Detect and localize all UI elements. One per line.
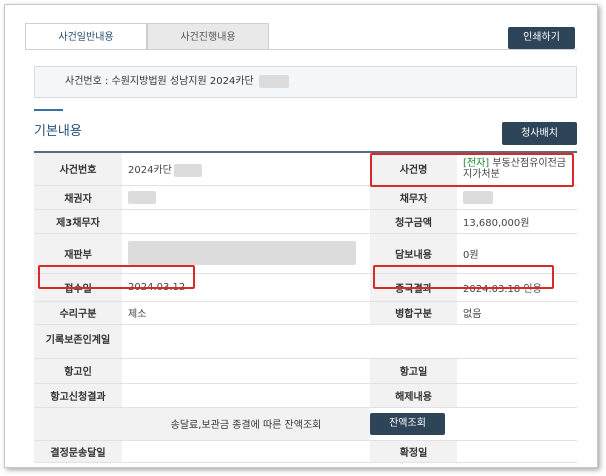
case-no-text: 2024카단 xyxy=(128,165,172,176)
redacted-block xyxy=(463,190,493,204)
release-value xyxy=(457,383,577,408)
court-location-button[interactable]: 청사배치 xyxy=(502,122,577,145)
case-number-box: 사건번호 : 수원지방법원 성남지원 2024카단 xyxy=(34,66,577,98)
release-label: 해제내용 xyxy=(370,383,457,408)
acceptance-value: 제소 xyxy=(122,301,370,325)
claim-value: 13,680,000원 xyxy=(457,209,577,234)
case-no-label: 사건번호 xyxy=(34,152,122,186)
debtor-value xyxy=(457,185,577,210)
creditor-value xyxy=(122,185,370,210)
table-row: 항고인 항고일 xyxy=(34,358,577,384)
redacted-block xyxy=(173,163,202,177)
confirm-value xyxy=(457,440,577,463)
appellant-label: 항고인 xyxy=(34,358,122,384)
tab-bar: 사건일반내용 사건진행내용 xyxy=(25,23,269,50)
third-debtor-label: 제3채무자 xyxy=(34,209,122,234)
preserve-value xyxy=(122,324,577,359)
tab-general[interactable]: 사건일반내용 xyxy=(25,23,147,50)
table-row: 결정문송달일 확정일 xyxy=(34,440,577,463)
appeal-result-label: 항고신청결과 xyxy=(34,383,122,408)
highlight-result xyxy=(373,265,554,289)
appeal-date-label: 항고일 xyxy=(370,358,457,384)
delivery-label: 결정문송달일 xyxy=(34,440,122,463)
balance-text: 송달료,보관금 종결에 따른 잔액조회 xyxy=(122,407,370,441)
appeal-date-value xyxy=(457,358,577,384)
tab-divider xyxy=(25,49,577,50)
table-row: 송달료,보관금 종결에 따른 잔액조회 잔액조회 xyxy=(34,407,577,441)
confirm-label: 확정일 xyxy=(370,440,457,463)
highlight-case-name xyxy=(370,153,574,187)
preserve-label: 기록보존인계일 xyxy=(34,324,122,359)
tab-progress[interactable]: 사건진행내용 xyxy=(147,23,269,50)
section-title: 기본내용 xyxy=(34,124,82,139)
debtor-label: 채무자 xyxy=(370,185,457,210)
highlight-received-date xyxy=(38,265,195,289)
redacted-block xyxy=(128,241,356,265)
appellant-value xyxy=(122,358,370,384)
case-no-value: 2024카단 xyxy=(122,152,370,186)
table-row: 기록보존인계일 xyxy=(34,324,577,359)
appeal-result-value xyxy=(122,383,370,408)
table-row: 채권자 채무자 xyxy=(34,185,577,210)
merge-label: 병합구분 xyxy=(370,301,457,325)
print-button[interactable]: 인쇄하기 xyxy=(508,27,575,49)
case-number-text: 사건번호 : 수원지방법원 성남지원 2024카단 xyxy=(65,76,254,87)
table-row: 항고신청결과 해제내용 xyxy=(34,383,577,408)
case-info-table: 사건번호 2024카단 사건명 [전자] 부동산점유이전금지가처분 채권자 채무… xyxy=(34,151,577,463)
table-row: 제3채무자 청구금액 13,680,000원 xyxy=(34,209,577,234)
acceptance-label: 수리구분 xyxy=(34,301,122,325)
claim-label: 청구금액 xyxy=(370,209,457,234)
third-debtor-value xyxy=(122,209,370,234)
balance-spacer xyxy=(34,407,122,441)
redacted-block xyxy=(128,190,156,204)
redacted-block xyxy=(258,74,289,88)
case-detail-panel: 사건일반내용 사건진행내용 인쇄하기 사건번호 : 수원지방법원 성남지원 20… xyxy=(4,4,598,468)
creditor-label: 채권자 xyxy=(34,185,122,210)
balance-inquiry-button[interactable]: 잔액조회 xyxy=(370,412,445,435)
section-accent xyxy=(34,109,63,111)
table-row: 수리구분 제소 병합구분 없음 xyxy=(34,301,577,325)
delivery-value xyxy=(122,440,370,463)
balance-cell: 잔액조회 xyxy=(370,407,577,441)
merge-value: 없음 xyxy=(457,301,577,325)
